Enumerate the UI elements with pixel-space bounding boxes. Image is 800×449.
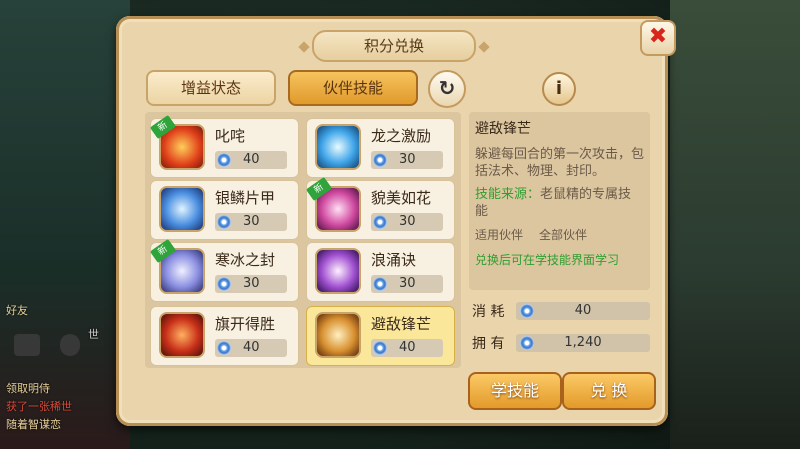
skill-name: 貌美如花 — [371, 189, 432, 207]
points-coin-icon — [217, 277, 231, 291]
dodge-skill-icon — [315, 312, 361, 358]
background-right — [670, 0, 800, 449]
skill-name: 浪涌诀 — [371, 251, 417, 269]
points-coin-icon — [373, 215, 387, 229]
close-button[interactable]: ✖ — [640, 20, 676, 56]
points-coin-icon — [217, 341, 231, 355]
skill-item[interactable]: 浪涌诀 30 — [306, 242, 455, 302]
points-coin-icon — [373, 153, 387, 167]
microphone-icon[interactable] — [60, 334, 80, 356]
friends-label[interactable]: 好友 — [6, 302, 28, 318]
skill-item[interactable]: 旗开得胜 40 — [150, 306, 299, 366]
skill-cost: 40 — [399, 340, 416, 355]
skill-cost: 40 — [243, 152, 260, 167]
points-coin-icon — [217, 153, 231, 167]
skill-name: 寒冰之封 — [215, 251, 276, 269]
chat-line: 随着智谋恋 — [6, 418, 61, 431]
skill-name: 避敌锋芒 — [371, 315, 432, 333]
skill-name: 龙之激励 — [371, 127, 432, 145]
points-coin-icon — [520, 336, 534, 350]
own-label: 拥 有 — [472, 336, 505, 352]
detail-description: 躲避每回合的第一次攻击，包括法术、物理、封印。 — [475, 147, 645, 179]
skill-cost: 30 — [399, 214, 416, 229]
points-coin-icon — [373, 341, 387, 355]
exchange-button[interactable]: 兑 换 — [562, 372, 656, 410]
detail-source: 技能来源：老鼠精的专属技能 — [475, 186, 644, 220]
partner-label: 适用伙伴 — [475, 228, 524, 242]
points-coin-icon — [520, 304, 534, 318]
skill-name: 旗开得胜 — [215, 315, 276, 333]
tab-partner-skills[interactable]: 伙伴技能 — [288, 70, 418, 106]
tab-buff-status[interactable]: 增益状态 — [146, 70, 276, 106]
skill-cost: 30 — [399, 152, 416, 167]
points-coin-icon — [217, 215, 231, 229]
chat-line: 领取明侍 — [6, 382, 50, 395]
partner-value: 全部伙伴 — [539, 228, 588, 242]
skill-cost: 30 — [243, 276, 260, 291]
skill-item[interactable]: 新 叱咤 40 — [149, 114, 299, 178]
refresh-button[interactable]: ↻ — [428, 70, 466, 108]
wave-skill-icon — [315, 248, 361, 294]
skill-detail-panel: 避敌锋芒 躲避每回合的第一次攻击，包括法术、物理、封印。 技能来源：老鼠精的专属… — [469, 112, 650, 290]
skill-item[interactable]: 新 寒冰之封 30 — [149, 238, 299, 302]
skill-item[interactable]: 新 貌美如花 30 — [305, 176, 455, 240]
armor-skill-icon — [159, 186, 205, 232]
skill-item[interactable]: 银鳞片甲 30 — [150, 180, 299, 240]
info-button[interactable]: i — [542, 72, 576, 106]
detail-note: 兑换后可在学技能界面学习 — [475, 253, 620, 267]
skill-item-selected[interactable]: 避敌锋芒 40 — [306, 306, 455, 366]
banner-skill-icon — [159, 312, 205, 358]
skill-item[interactable]: 龙之激励 30 — [306, 118, 455, 178]
detail-partner: 适用伙伴 全部伙伴 — [475, 226, 644, 243]
own-value: 1,240 — [564, 335, 602, 350]
skill-name: 银鳞片甲 — [215, 189, 276, 207]
skill-cost: 30 — [399, 276, 416, 291]
skill-cost: 30 — [243, 214, 260, 229]
source-label: 技能来源： — [475, 187, 541, 202]
dialog-title: 积分兑换 — [312, 30, 476, 62]
chat-channel-label: 世 — [88, 328, 99, 341]
skill-cost: 40 — [243, 340, 260, 355]
consume-value: 40 — [574, 303, 592, 318]
chat-line: 获了一张稀世 — [6, 400, 72, 413]
skill-name: 叱咤 — [215, 127, 246, 145]
consume-label: 消 耗 — [472, 304, 505, 320]
chat-bubble-icon[interactable] — [14, 334, 40, 356]
dragon-skill-icon — [315, 124, 361, 170]
points-coin-icon — [373, 277, 387, 291]
learn-skill-button[interactable]: 学技能 — [468, 372, 562, 410]
detail-title: 避敌锋芒 — [475, 121, 531, 137]
